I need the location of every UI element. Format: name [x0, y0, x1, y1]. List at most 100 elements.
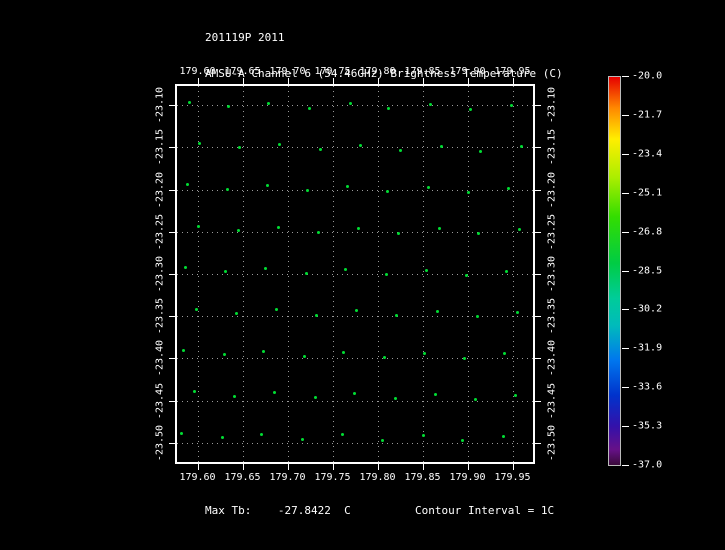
y-axis-label: -23.50: [154, 424, 166, 461]
x-axis-label: 179.70: [269, 66, 306, 77]
y-tick-mark: [535, 358, 541, 360]
y-axis-label: -23.45: [546, 382, 558, 419]
data-point: [462, 356, 466, 360]
y-axis-label: -23.20: [154, 171, 166, 208]
x-axis-label: 179.65: [224, 472, 261, 483]
colorbar-tick-label: -31.9: [632, 342, 663, 354]
x-tick-mark: [332, 464, 334, 470]
y-gridline: [177, 274, 533, 275]
y-axis-label: -23.50: [546, 424, 558, 461]
data-point: [479, 149, 483, 153]
data-point: [423, 351, 427, 355]
data-point: [464, 273, 468, 277]
data-point: [426, 186, 430, 190]
colorbar-tick-label: -20.0: [632, 70, 663, 82]
x-tick-mark: [377, 78, 379, 84]
y-tick-mark: [169, 358, 175, 360]
data-point: [187, 100, 191, 104]
x-axis-label: 179.60: [179, 472, 216, 483]
data-point: [266, 101, 270, 105]
colorbar-tick-label: -26.8: [632, 226, 663, 238]
y-tick-mark: [169, 147, 175, 149]
y-axis-label: -23.15: [546, 129, 558, 166]
y-axis-label: -23.30: [546, 255, 558, 293]
colorbar-tick-mark: [622, 76, 629, 77]
x-axis-label: 179.75: [314, 472, 351, 483]
data-point: [318, 148, 322, 152]
y-axis-label: -23.10: [154, 87, 166, 124]
x-axis-label: 179.65: [224, 66, 261, 77]
x-axis-label: 179.85: [404, 472, 441, 483]
data-point: [308, 106, 312, 110]
x-axis-label: 179.95: [494, 472, 531, 483]
y-axis-label: -23.40: [546, 340, 558, 377]
data-point: [473, 397, 477, 401]
x-tick-mark: [197, 78, 199, 84]
x-tick-mark: [467, 464, 469, 470]
x-axis-label: 179.70: [269, 472, 306, 483]
colorbar: [608, 76, 621, 466]
colorbar-tick-mark: [622, 309, 629, 311]
x-tick-mark: [332, 78, 334, 84]
y-gridline: [177, 189, 533, 191]
x-tick-mark: [512, 78, 514, 84]
y-tick-mark: [535, 105, 541, 107]
y-axis-label: -23.45: [154, 382, 166, 419]
data-point: [514, 393, 518, 397]
data-point: [421, 434, 425, 438]
y-axis-label: -23.35: [154, 298, 166, 335]
colorbar-tick-mark: [622, 465, 629, 466]
colorbar-tick-mark: [622, 270, 629, 272]
y-tick-mark: [535, 147, 541, 149]
data-point: [356, 226, 360, 230]
data-point: [384, 273, 388, 276]
y-axis-label: -23.30: [154, 255, 166, 293]
data-point: [344, 267, 348, 271]
x-axis-label: 179.95: [494, 66, 531, 77]
x-axis-label: 179.80: [359, 472, 396, 483]
y-tick-mark: [169, 442, 175, 444]
colorbar-tick-mark: [622, 114, 629, 116]
data-point: [393, 397, 397, 401]
y-tick-mark: [535, 189, 541, 191]
colorbar-tick-label: -23.4: [632, 148, 663, 160]
data-point: [313, 396, 317, 400]
data-point: [397, 231, 401, 235]
colorbar-tick-mark: [622, 231, 629, 233]
data-point: [501, 435, 505, 439]
y-tick-mark: [169, 231, 175, 233]
y-gridline: [177, 400, 533, 402]
data-point: [509, 104, 513, 108]
data-point: [475, 315, 479, 319]
header-storm-id: 201119P 2011: [205, 31, 285, 44]
colorbar-tick-label: -33.6: [632, 381, 663, 393]
data-point: [516, 311, 519, 314]
x-axis-label: 179.60: [179, 66, 216, 77]
data-point: [382, 355, 386, 359]
x-axis-label: 179.80: [359, 66, 396, 77]
colorbar-tick-label: -30.2: [632, 303, 663, 315]
y-gridline: [177, 105, 533, 107]
data-point: [315, 313, 319, 317]
colorbar-tick-label: -35.3: [632, 420, 663, 432]
y-axis-label: -23.40: [154, 340, 166, 377]
data-point: [466, 191, 470, 195]
data-point: [196, 224, 200, 228]
y-axis-label: -23.25: [154, 213, 166, 250]
x-tick-mark: [422, 464, 424, 470]
data-point: [194, 307, 198, 311]
x-tick-mark: [242, 464, 244, 470]
data-point: [222, 353, 226, 357]
y-axis-label: -23.10: [546, 87, 558, 124]
colorbar-tick-label: -25.1: [632, 187, 663, 199]
plot-canvas: 201119P 2011 AMSU-A Channel 6 (54.46GHz)…: [0, 0, 725, 550]
y-tick-mark: [169, 105, 175, 107]
colorbar-tick-label: -37.0: [632, 459, 663, 471]
y-tick-mark: [535, 316, 541, 318]
data-point: [399, 148, 402, 152]
x-tick-mark: [377, 464, 379, 470]
y-tick-mark: [535, 231, 541, 233]
x-tick-mark: [287, 78, 289, 84]
y-axis-label: -23.20: [546, 171, 558, 208]
colorbar-tick-label: -21.7: [632, 109, 663, 121]
